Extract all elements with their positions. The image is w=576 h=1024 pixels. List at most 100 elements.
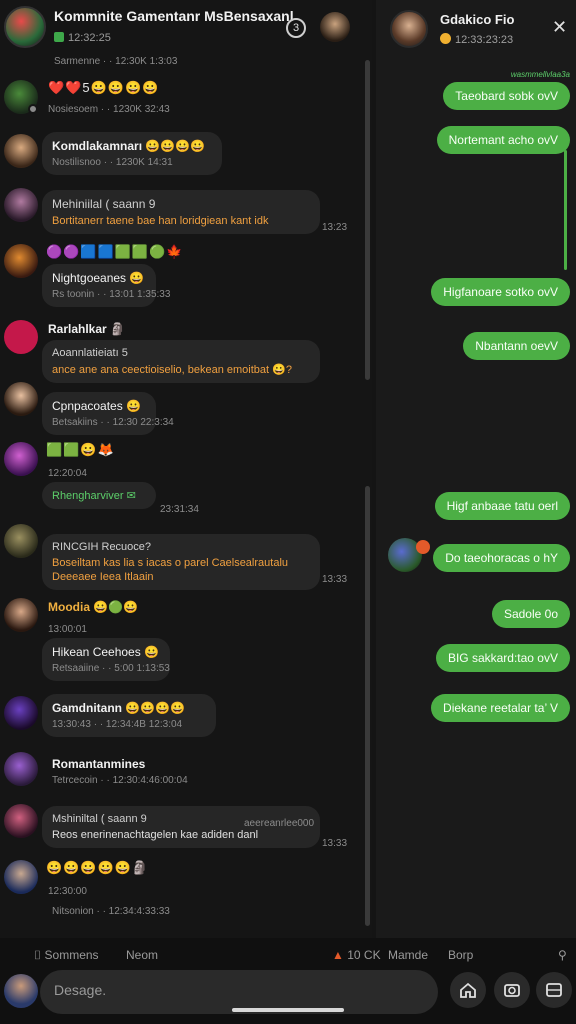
contact-status: 12:33:23:23 xyxy=(440,33,513,46)
selection-bar xyxy=(564,150,567,270)
sender-avatar[interactable] xyxy=(4,442,38,476)
message-meta: 13:00:01 xyxy=(48,624,87,635)
message-bubble[interactable]: RINCGIH Recuoce? Boseiltam kas lia s iac… xyxy=(42,534,320,590)
tab-mamde[interactable]: Mamde xyxy=(388,948,428,962)
tab-sommens[interactable]: ⌷ Sommens xyxy=(34,948,99,963)
message-meta: Rs toonin · · 13:01 1:35:33 xyxy=(52,289,171,300)
message-meta: Betsakiins · · 12:30 22:3:34 xyxy=(52,417,174,428)
sender-name: Mehiniilal ( saann 9 xyxy=(52,197,156,211)
outgoing-bubble[interactable]: Diekane reetalar ta’ V xyxy=(431,694,570,722)
message-time: 23:31:34 xyxy=(160,504,199,515)
contact-name[interactable]: Gdakico Fio xyxy=(440,12,514,27)
message-text: Hikean Ceehoes 😀 xyxy=(52,645,159,659)
bottom-tabs: ⌷ Sommens Neom ▲ 10 CK Mamde Borp ⚲ xyxy=(0,938,576,970)
scrollbar[interactable] xyxy=(365,486,370,926)
message-bubble[interactable]: Nightgoeanes 😀 Rs toonin · · 13:01 1:35:… xyxy=(42,264,171,307)
message-bubble[interactable]: Komdlakamnarı 😀😀😀😀 Nostilisnoo · · 1230K… xyxy=(42,132,222,175)
outgoing-bubble[interactable]: Nortemant acho ovV xyxy=(436,126,570,154)
message-text: Boseiltam kas lia s iacas o parel Caelse… xyxy=(52,557,289,569)
message-subtitle: aeereanrlee000 xyxy=(244,818,315,829)
camera-button[interactable] xyxy=(494,972,530,1008)
message-meta: Sarmenne · · 12:30K 1:3:03 xyxy=(54,56,178,67)
message-meta: Nostilisnoo · · 1230K 14:31 xyxy=(52,157,173,168)
message-bubble[interactable]: ❤️❤️5😀😀😀😀 Nosiesoem · · 1230K 32:43 xyxy=(42,78,176,117)
message-bubble[interactable]: Mehiniilal ( saann 9 Bortitanerr taene b… xyxy=(42,190,320,234)
message-meta: Nitsonion · · 12:34:4:33:33 xyxy=(52,906,170,917)
sender-avatar[interactable] xyxy=(4,804,38,838)
sender-avatar[interactable] xyxy=(4,598,38,632)
bubble-text: Taeobard sobk ovV xyxy=(455,89,558,103)
sender-name: Komdlakamnarı 😀😀😀😀 xyxy=(52,139,206,153)
status-dot-icon xyxy=(28,104,38,114)
outgoing-bubble[interactable]: Higf anbaae tatu oerl xyxy=(434,492,570,520)
outgoing-bubble[interactable]: Do taeohoracas o hY xyxy=(433,544,570,572)
sender-name: RINCGIH Recuoce? xyxy=(52,541,152,553)
group-header: Kommnite Gamentanr MsBensaxanl 12:32:25 … xyxy=(0,0,372,56)
bubble-text: Nbantann oevV xyxy=(475,339,558,353)
sender-avatar[interactable] xyxy=(4,134,38,168)
bubble-text: BIG sakkard:tao ovV xyxy=(447,651,558,665)
message-text: ance ane ana ceectioiselio, bekean emoit… xyxy=(52,364,292,376)
scrollbar[interactable] xyxy=(365,60,370,380)
sender-name: Romantanmines xyxy=(52,757,146,771)
chat-app: Kommnite Gamentanr MsBensaxanl 12:32:25 … xyxy=(0,0,576,1024)
sender-avatar[interactable] xyxy=(4,188,38,222)
outgoing-bubble[interactable]: Sadole 0o xyxy=(491,600,570,628)
group-subtitle-text: 12:32:25 xyxy=(68,32,111,44)
reaction-icon xyxy=(416,540,430,554)
emoji-reactions: 😀😀😀😀😀🗿 xyxy=(46,860,150,875)
message-bubble[interactable]: Aoannlatieiatı 5 ance ane ana ceectioise… xyxy=(42,340,320,383)
direct-chat-pane: Gdakico Fio 12:33:23:23 ✕ wasmmellvlaa3a… xyxy=(376,0,576,938)
message-text: Deeeaee Ieea Itlaain xyxy=(52,571,154,583)
sender-avatar[interactable] xyxy=(4,752,38,786)
outgoing-bubble[interactable]: Taeobard sobk ovV xyxy=(443,82,570,110)
bubble-text: Do taeohoracas o hY xyxy=(445,551,558,565)
user-avatar[interactable] xyxy=(320,12,350,42)
home-indicator xyxy=(232,1008,344,1012)
message-time: 13:23 xyxy=(322,222,348,233)
home-icon xyxy=(460,982,476,998)
emoji-reactions: 🟣🟣🟦🟦🟩🟩🟢🍁 xyxy=(46,244,184,259)
attachment-icon[interactable]: ⚲ xyxy=(558,948,567,962)
message-bubble[interactable]: Rhengharviver ✉ xyxy=(42,482,156,509)
group-chat-pane: Kommnite Gamentanr MsBensaxanl 12:32:25 … xyxy=(0,0,372,938)
close-icon[interactable]: ✕ xyxy=(552,18,567,36)
message-bubble[interactable]: Hikean Ceehoes 😀 Retsaaiine · · 5:00 1:1… xyxy=(42,638,170,681)
message-bubble[interactable]: Gamdnitann 😀😀😀😀 13:30:43 · · 12:34:4B 12… xyxy=(42,694,216,737)
message-subtitle: Aoannlatieiatı 5 xyxy=(52,347,128,359)
emoji-reactions: 🟩🟩😀🦊 xyxy=(46,442,115,457)
sender-name: Gamdnitann 😀😀😀😀 xyxy=(52,701,186,715)
sender-avatar[interactable] xyxy=(4,696,38,730)
online-icon xyxy=(54,32,64,42)
my-avatar[interactable] xyxy=(4,974,38,1008)
message-meta: Nosiesoem · · 1230K 32:43 xyxy=(48,104,170,115)
sender-avatar[interactable] xyxy=(4,382,38,416)
sender-name: Rarlahlkar 🗿 xyxy=(48,322,125,336)
tab-count[interactable]: ▲ 10 CK xyxy=(332,948,381,962)
sender-avatar[interactable] xyxy=(4,244,38,278)
sender-label: wasmmellvlaa3a xyxy=(510,70,570,79)
contact-avatar[interactable] xyxy=(390,10,428,48)
tab-borp[interactable]: Borp xyxy=(448,948,473,962)
group-avatar[interactable] xyxy=(4,6,46,48)
counter-badge-button[interactable]: 3 xyxy=(286,18,306,38)
message-meta: 13:30:43 · · 12:34:4B 12:3:04 xyxy=(52,719,183,730)
message-text: Reos enerinenachtagelen kae adiden danl xyxy=(52,829,259,841)
sender-avatar[interactable] xyxy=(4,524,38,558)
home-button[interactable] xyxy=(450,972,486,1008)
message-bubble[interactable]: Romantanmines Tetrcecoin · · 12:30:4:46:… xyxy=(42,750,198,793)
sender-name: Moodia 😀🟢😀 xyxy=(48,600,139,614)
sender-avatar[interactable] xyxy=(4,860,38,894)
tab-neom[interactable]: Neom xyxy=(126,948,158,962)
message-bubble[interactable]: Cpnpacoates 😀 Betsakiins · · 12:30 22:3:… xyxy=(42,392,174,435)
outgoing-bubble[interactable]: BIG sakkard:tao ovV xyxy=(435,644,570,672)
message-time: 13:33 xyxy=(322,574,348,585)
bubble-text: Higfanoare sotko ovV xyxy=(443,285,558,299)
sender-avatar[interactable] xyxy=(4,320,38,354)
message-text: Bortitanerr taene bae han loridgiean kan… xyxy=(52,215,269,227)
group-title[interactable]: Kommnite Gamentanr MsBensaxanl xyxy=(54,8,294,24)
outgoing-bubble[interactable]: Nbantann oevV xyxy=(463,332,570,360)
emoji-reactions: ❤️❤️5😀😀😀😀 xyxy=(48,80,160,95)
outgoing-bubble[interactable]: Higfanoare sotko ovV xyxy=(431,278,570,306)
gallery-button[interactable] xyxy=(536,972,572,1008)
